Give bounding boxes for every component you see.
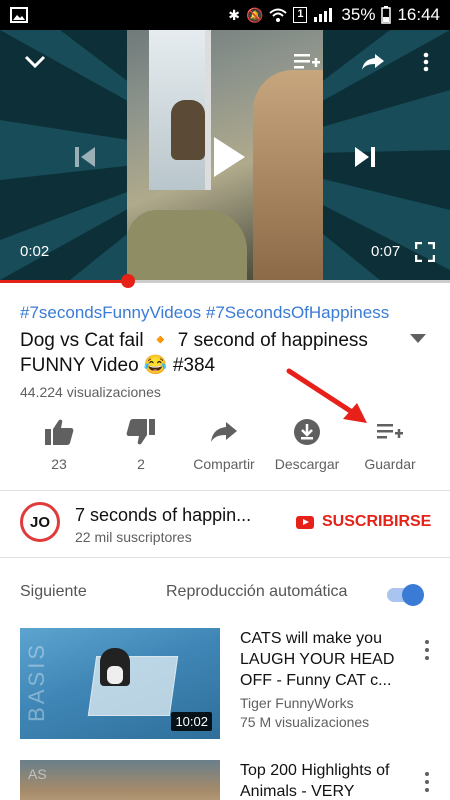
video-title[interactable]: CATS will make you LAUGH YOUR HEAD OFF -… — [240, 628, 410, 691]
bluetooth-icon: ✱ — [228, 7, 240, 23]
more-options-icon[interactable] — [416, 50, 436, 74]
share-label: Compartir — [193, 456, 255, 472]
notification-count-badge: 1 — [293, 7, 308, 23]
recommended-video[interactable]: BASIS 10:02 CATS will make you LAUGH YOU… — [0, 628, 450, 748]
expand-description-icon[interactable] — [410, 334, 426, 343]
play-icon[interactable] — [205, 132, 253, 182]
download-label: Descargar — [274, 456, 340, 472]
like-count: 23 — [51, 456, 67, 472]
divider — [0, 557, 450, 558]
signal-icon — [314, 8, 333, 22]
clock: 16:44 — [397, 5, 440, 24]
dislike-count: 2 — [137, 456, 145, 472]
autoplay-label: Reproducción automática — [166, 583, 348, 600]
share-button[interactable]: Compartir — [179, 414, 269, 472]
wifi-icon — [269, 8, 288, 22]
progress-scrubber[interactable] — [121, 274, 136, 288]
video-hashtags[interactable]: #7secondsFunnyVideos #7SecondsOfHappines… — [20, 303, 389, 323]
video-views: 75 M visualizaciones — [240, 714, 370, 730]
fullscreen-icon[interactable] — [413, 240, 437, 264]
autoplay-toggle[interactable] — [385, 584, 425, 606]
video-player[interactable]: 0:02 0:07 — [0, 30, 450, 280]
video-channel: Tiger FunnyWorks — [240, 695, 354, 711]
subscriber-count: 22 mil suscriptores — [75, 529, 192, 545]
video-thumbnail[interactable]: AS — [20, 760, 220, 800]
add-to-playlist-icon[interactable] — [292, 50, 322, 74]
thumbnail-watermark: BASIS — [24, 642, 49, 722]
channel-avatar[interactable]: JO — [20, 502, 60, 542]
view-count: 44.224 visualizaciones — [20, 384, 161, 400]
progress-fill — [0, 280, 129, 283]
annotation-arrow — [286, 368, 367, 423]
recommended-video[interactable]: AS Top 200 Highlights of Animals - VERY — [0, 760, 450, 800]
share-icon — [179, 414, 269, 450]
mute-icon: 🔕 — [245, 7, 264, 23]
battery-percent: 35% — [341, 5, 376, 24]
video-thumbnail[interactable]: BASIS 10:02 — [20, 628, 220, 739]
action-bar: 23 2 Compartir Descargar Guardar — [0, 414, 450, 484]
like-button[interactable]: 23 — [14, 414, 104, 472]
minimize-chevron-icon[interactable] — [20, 50, 50, 74]
next-icon[interactable] — [348, 142, 382, 172]
battery-icon — [381, 6, 392, 24]
toggle-thumb — [402, 584, 424, 606]
dislike-button[interactable]: 2 — [96, 414, 186, 472]
status-bar: ✱ 🔕 1 35% 16:44 — [0, 0, 450, 30]
video-title[interactable]: Top 200 Highlights of Animals - VERY — [240, 760, 410, 800]
subscribe-label: SUSCRIBIRSE — [322, 513, 432, 530]
progress-bar[interactable] — [0, 274, 450, 288]
thumbnail-watermark: AS — [28, 766, 47, 782]
thumbs-down-icon — [96, 414, 186, 450]
total-duration: 0:07 — [371, 243, 401, 260]
youtube-logo-icon — [296, 515, 314, 529]
share-icon[interactable] — [358, 50, 388, 74]
previous-icon[interactable] — [68, 142, 102, 172]
current-time: 0:02 — [20, 243, 50, 260]
more-options-icon[interactable] — [424, 640, 430, 660]
subscribe-button[interactable]: SUSCRIBIRSE — [296, 513, 431, 531]
channel-name[interactable]: 7 seconds of happin... — [75, 505, 251, 526]
divider — [0, 490, 450, 491]
more-options-icon[interactable] — [424, 772, 430, 792]
save-label: Guardar — [364, 456, 416, 472]
gallery-notification-icon — [10, 7, 28, 23]
video-duration: 10:02 — [171, 712, 212, 731]
thumbs-up-icon — [14, 414, 104, 450]
